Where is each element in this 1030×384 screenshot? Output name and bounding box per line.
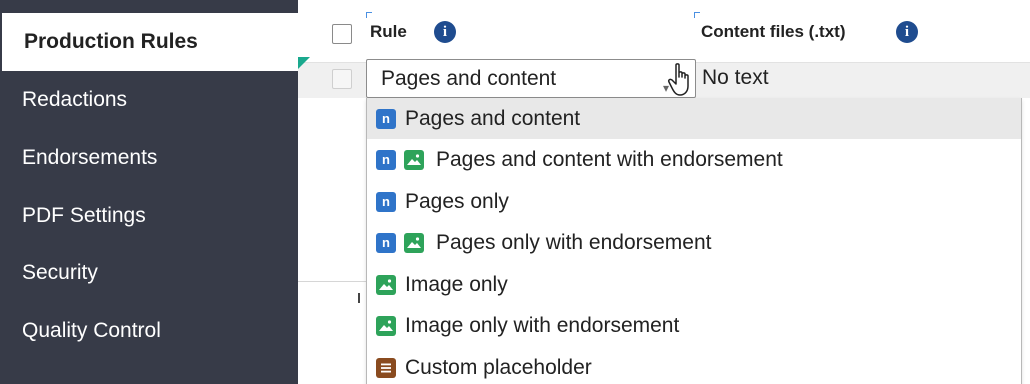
image-icon [404,233,424,253]
option-label: Pages and content [405,107,581,130]
row-checkbox[interactable] [332,69,352,89]
content-files-value: No text [702,66,769,89]
sidebar-item-label: Quality Control [22,319,161,342]
sidebar-item-production-rules[interactable]: Production Rules [2,13,298,71]
sidebar-item-security[interactable]: Security [0,244,298,302]
rule-info-icon[interactable]: i [434,21,456,43]
rule-select[interactable]: Pages and content ▾ [366,59,696,98]
dropdown-option-custom-placeholder[interactable]: Custom placeholder [367,347,1021,384]
dropdown-option-image-only-with-endorsement[interactable]: Image only with endorsement [367,305,1021,346]
option-label: Image only with endorsement [405,314,680,337]
rule-select-value: Pages and content [381,67,557,90]
resize-mark [694,12,700,18]
n-icon: n [376,192,396,212]
sidebar-item-label: Endorsements [22,146,158,169]
divider-tick [358,293,360,303]
sidebar-item-label: Production Rules [24,30,198,53]
dropdown-option-pages-only-with-endorsement[interactable]: n Pages only with endorsement [367,222,1021,263]
hand-cursor-icon [668,63,689,96]
rule-dropdown-list: n Pages and content n Pages and content … [366,98,1022,384]
dropdown-option-pages-only[interactable]: n Pages only [367,181,1021,222]
option-label: Pages only [405,190,509,213]
select-all-checkbox[interactable] [332,24,352,44]
n-icon: n [376,233,396,253]
sidebar-item-endorsements[interactable]: Endorsements [0,129,298,187]
dropdown-option-pages-and-content-with-endorsement[interactable]: n Pages and content with endorsement [367,139,1021,180]
option-label: Pages and content with endorsement [436,148,783,171]
content-files-column-title: Content files (.txt) [701,22,846,41]
sidebar-item-redactions[interactable]: Redactions [0,71,298,129]
image-icon [404,150,424,170]
row-status-marker [298,57,310,69]
sidebar-item-label: Redactions [22,88,128,111]
divider [298,281,366,282]
n-icon: n [376,150,396,170]
document-icon [376,358,396,378]
sidebar-item-quality-control[interactable]: Quality Control [0,302,298,360]
image-icon [376,275,396,295]
option-label: Custom placeholder [405,356,592,379]
dropdown-option-image-only[interactable]: Image only [367,264,1021,305]
resize-mark [366,12,372,18]
dropdown-option-pages-and-content[interactable]: n Pages and content [367,98,1021,139]
option-label: Pages only with endorsement [436,231,712,254]
n-icon: n [376,109,396,129]
sidebar-item-pdf-settings[interactable]: PDF Settings [0,187,298,245]
rule-column-title: Rule [370,22,407,41]
option-label: Image only [405,273,508,296]
image-icon [376,316,396,336]
content-files-info-icon[interactable]: i [896,21,918,43]
sidebar-item-label: PDF Settings [22,204,146,227]
sidebar-item-label: Security [22,261,98,284]
table-header: Rule i Content files (.txt) i [298,0,1030,62]
sidebar: Production Rules Redactions Endorsements… [0,0,298,384]
